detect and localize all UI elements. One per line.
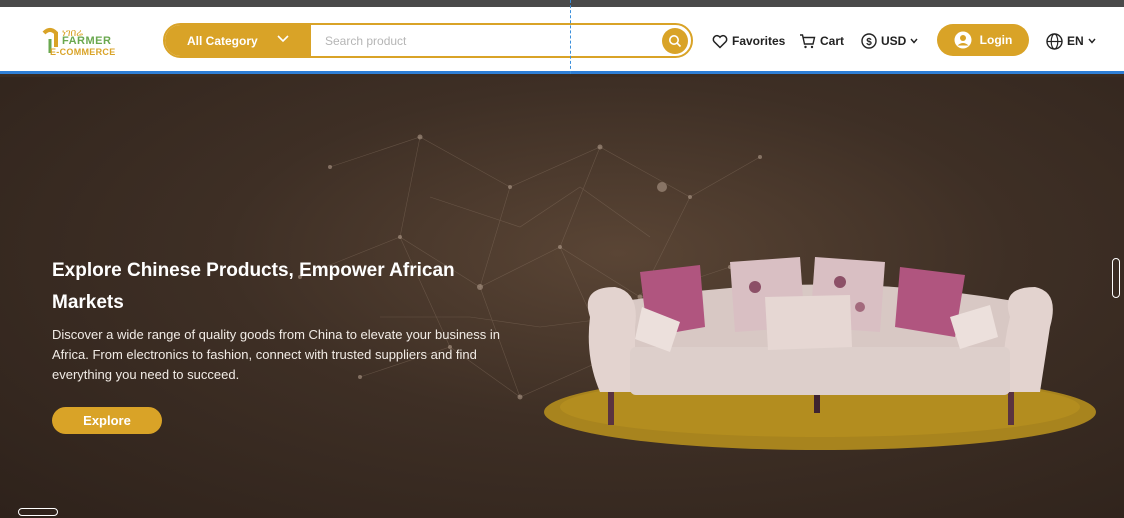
currency-label: USD — [881, 34, 907, 48]
search-bar: All Category — [163, 23, 693, 58]
hero-banner: Explore Chinese Products, Empower Africa… — [0, 77, 1124, 518]
brand-logo[interactable]: ነገበሬ FARMER E-COMMERCE — [42, 25, 142, 63]
login-button[interactable]: Login — [937, 24, 1029, 56]
cart-label: Cart — [820, 34, 845, 48]
favorites-link[interactable]: Favorites — [712, 32, 785, 50]
search-button[interactable] — [662, 28, 688, 54]
category-dropdown[interactable]: All Category — [165, 25, 311, 56]
cart-link[interactable]: Cart — [799, 32, 844, 50]
sofa-product-image — [544, 257, 1096, 450]
cart-icon — [800, 34, 816, 49]
favorites-label: Favorites — [732, 34, 786, 48]
logo-line1: FARMER — [62, 35, 112, 47]
heart-icon — [712, 34, 728, 49]
page-scrollbar[interactable] — [1112, 258, 1120, 298]
search-input[interactable] — [325, 25, 655, 56]
globe-icon — [1046, 32, 1063, 50]
chevron-down-icon — [910, 38, 918, 44]
site-header: ነገበሬ FARMER E-COMMERCE All Category Favo… — [0, 7, 1124, 74]
hero-title: Explore Chinese Products, Empower Africa… — [52, 260, 455, 313]
explore-button[interactable]: Explore — [52, 407, 162, 434]
logo-line2: E-COMMERCE — [50, 47, 116, 57]
top-strip — [0, 0, 1124, 7]
svg-text:$: $ — [866, 37, 872, 48]
carousel-indicator[interactable] — [18, 508, 58, 516]
chevron-down-icon — [1088, 38, 1096, 44]
language-selector[interactable]: EN — [1046, 32, 1096, 50]
guide-line — [570, 0, 571, 74]
language-label: EN — [1067, 34, 1084, 48]
user-icon — [954, 31, 972, 49]
hero-description: Discover a wide range of quality goods f… — [52, 327, 501, 382]
chevron-down-icon — [277, 35, 289, 43]
category-label: All Category — [187, 33, 258, 48]
login-label: Login — [979, 33, 1013, 47]
dollar-icon: $ — [861, 33, 877, 49]
currency-selector[interactable]: $ USD — [861, 32, 918, 50]
logo-wordmark: FARMER E-COMMERCE — [46, 35, 142, 61]
search-icon — [669, 35, 682, 48]
